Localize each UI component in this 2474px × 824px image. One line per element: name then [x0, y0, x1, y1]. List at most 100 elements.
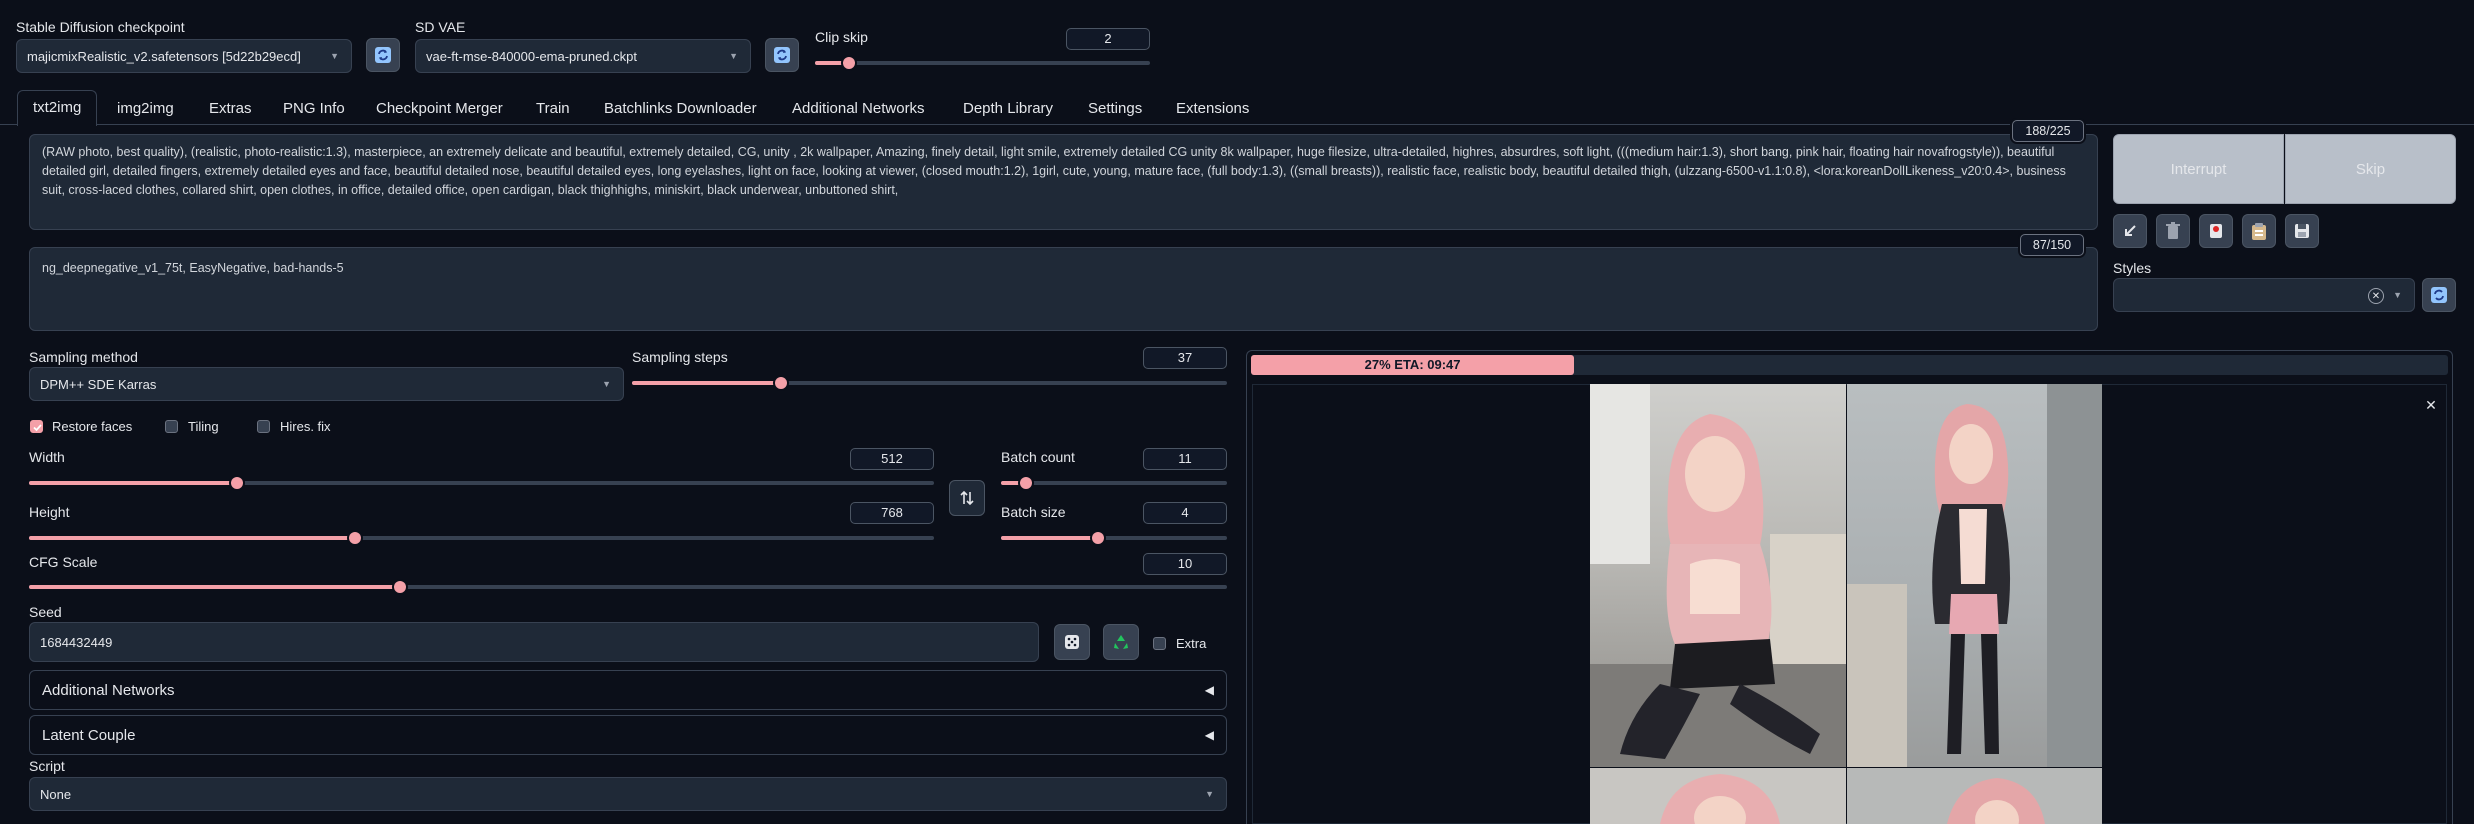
close-icon[interactable]: ✕ [2422, 396, 2440, 414]
sampling-steps-input[interactable]: 37 [1143, 347, 1227, 369]
styles-label: Styles [2113, 260, 2152, 276]
hires-fix-checkbox[interactable] [257, 420, 270, 433]
height-thumb[interactable] [348, 532, 361, 544]
sampling-steps-fill [632, 381, 781, 385]
save-style-button[interactable] [2285, 214, 2319, 248]
checkpoint-dropdown[interactable]: majicmixRealistic_v2.safetensors [5d22b2… [16, 39, 352, 73]
chevron-down-icon: ▼ [729, 51, 738, 61]
height-input[interactable]: 768 [850, 502, 934, 524]
image-4-illustration [1947, 778, 2045, 824]
swap-dimensions-button[interactable] [949, 480, 985, 516]
tab-additional-networks[interactable]: Additional Networks [792, 94, 925, 124]
arrow-down-left-icon [2125, 225, 2136, 236]
clear-prompt-button[interactable] [2156, 214, 2190, 248]
chevron-down-icon: ▼ [1205, 789, 1214, 799]
latent-couple-title: Latent Couple [42, 726, 136, 744]
clear-icon[interactable]: ✕ [2368, 288, 2384, 304]
image-3-illustration [1660, 774, 1780, 824]
additional-networks-accordion[interactable]: Additional Networks ◀ [29, 670, 1227, 710]
sampling-method-dropdown[interactable]: DPM++ SDE Karras ▼ [29, 367, 624, 401]
cfg-scale-slider[interactable] [29, 581, 1227, 593]
caret-left-icon: ◀ [1204, 683, 1214, 697]
batch-size-label: Batch size [1001, 504, 1066, 520]
caret-left-icon: ◀ [1204, 728, 1214, 742]
seed-input[interactable]: 1684432449 [29, 622, 1039, 662]
sampling-method-value: DPM++ SDE Karras [40, 376, 157, 392]
restore-faces-checkbox[interactable] [30, 420, 43, 433]
batch-count-input[interactable]: 11 [1143, 448, 1227, 470]
tab-settings[interactable]: Settings [1088, 94, 1142, 124]
extra-seed-label: Extra [1176, 636, 1207, 651]
width-thumb[interactable] [231, 477, 244, 489]
tab-batchlinks-downloader[interactable]: Batchlinks Downloader [604, 94, 757, 124]
tab-extras[interactable]: Extras [209, 94, 252, 124]
width-input[interactable]: 512 [850, 448, 934, 470]
tab-divider [0, 124, 2474, 125]
vae-dropdown[interactable]: vae-ft-mse-840000-ema-pruned.ckpt ▼ [415, 39, 751, 73]
tab-png-info[interactable]: PNG Info [283, 94, 345, 124]
negative-prompt-input[interactable]: ng_deepnegative_v1_75t, EasyNegative, ba… [29, 247, 2098, 331]
restore-faces-label: Restore faces [52, 419, 133, 434]
generated-image-1[interactable] [1590, 384, 1846, 767]
batch-count-label: Batch count [1001, 449, 1075, 465]
batch-size-input[interactable]: 4 [1143, 502, 1227, 524]
height-label: Height [29, 504, 70, 520]
check-icon [33, 424, 42, 432]
tab-train[interactable]: Train [536, 94, 570, 124]
sampling-steps-slider[interactable] [632, 377, 1227, 389]
progress-text: 27% ETA: 09:47 [1364, 357, 1461, 372]
random-seed-button[interactable] [1054, 624, 1090, 660]
show-extra-networks-button[interactable] [2199, 214, 2233, 248]
tab-img2img[interactable]: img2img [117, 94, 174, 124]
refresh-checkpoint-button[interactable] [366, 38, 400, 72]
reuse-seed-button[interactable] [1103, 624, 1139, 660]
chevron-down-icon: ▼ [330, 51, 339, 61]
height-fill [29, 536, 355, 540]
refresh-vae-button[interactable] [765, 38, 799, 72]
batch-size-thumb[interactable] [1092, 532, 1105, 544]
refresh-icon [375, 47, 391, 63]
tab-txt2img[interactable]: txt2img [17, 90, 98, 126]
interrupt-button[interactable]: Interrupt [2113, 134, 2284, 204]
cfg-scale-label: CFG Scale [29, 554, 98, 570]
apply-style-button[interactable] [2242, 214, 2276, 248]
width-slider[interactable] [29, 477, 934, 489]
generated-image-3[interactable] [1590, 768, 1846, 824]
batch-size-slider[interactable] [1001, 532, 1227, 544]
skip-button[interactable]: Skip [2285, 134, 2456, 204]
extra-seed-checkbox[interactable] [1153, 637, 1166, 650]
progress-bar: 27% ETA: 09:47 [1251, 355, 2448, 375]
tab-checkpoint-merger[interactable]: Checkpoint Merger [376, 94, 503, 124]
sampling-steps-label: Sampling steps [632, 349, 728, 365]
chevron-down-icon: ▼ [602, 379, 611, 389]
read-params-button[interactable] [2113, 214, 2147, 248]
styles-dropdown[interactable]: ✕ ▼ [2113, 278, 2415, 312]
batch-count-thumb[interactable] [1019, 477, 1032, 489]
script-label: Script [29, 758, 65, 774]
negative-prompt-token-counter: 87/150 [2020, 234, 2084, 256]
refresh-styles-button[interactable] [2422, 278, 2456, 312]
script-dropdown[interactable]: None ▼ [29, 777, 1227, 811]
tab-extensions[interactable]: Extensions [1176, 94, 1249, 124]
tiling-label: Tiling [188, 419, 219, 434]
clip-skip-input[interactable]: 2 [1066, 28, 1150, 50]
image-2-illustration [1847, 384, 2102, 767]
batch-count-slider[interactable] [1001, 477, 1227, 489]
generated-image-4[interactable] [1847, 768, 2102, 824]
vae-value: vae-ft-mse-840000-ema-pruned.ckpt [426, 48, 637, 64]
clip-skip-slider[interactable] [815, 57, 1150, 69]
cfg-scale-fill [29, 585, 401, 589]
cfg-scale-input[interactable]: 10 [1143, 553, 1227, 575]
additional-networks-title: Additional Networks [42, 681, 175, 699]
generated-image-2[interactable] [1847, 384, 2102, 767]
sampling-steps-thumb[interactable] [774, 377, 787, 389]
clip-skip-thumb[interactable] [842, 57, 855, 69]
save-icon [2295, 224, 2309, 238]
latent-couple-accordion[interactable]: Latent Couple ◀ [29, 715, 1227, 755]
prompt-input[interactable]: (RAW photo, best quality), (realistic, p… [29, 134, 2098, 230]
tiling-checkbox[interactable] [165, 420, 178, 433]
tab-depth-library[interactable]: Depth Library [963, 94, 1053, 124]
cfg-scale-thumb[interactable] [394, 581, 407, 593]
height-slider[interactable] [29, 532, 934, 544]
chevron-down-icon: ▼ [2393, 290, 2402, 300]
